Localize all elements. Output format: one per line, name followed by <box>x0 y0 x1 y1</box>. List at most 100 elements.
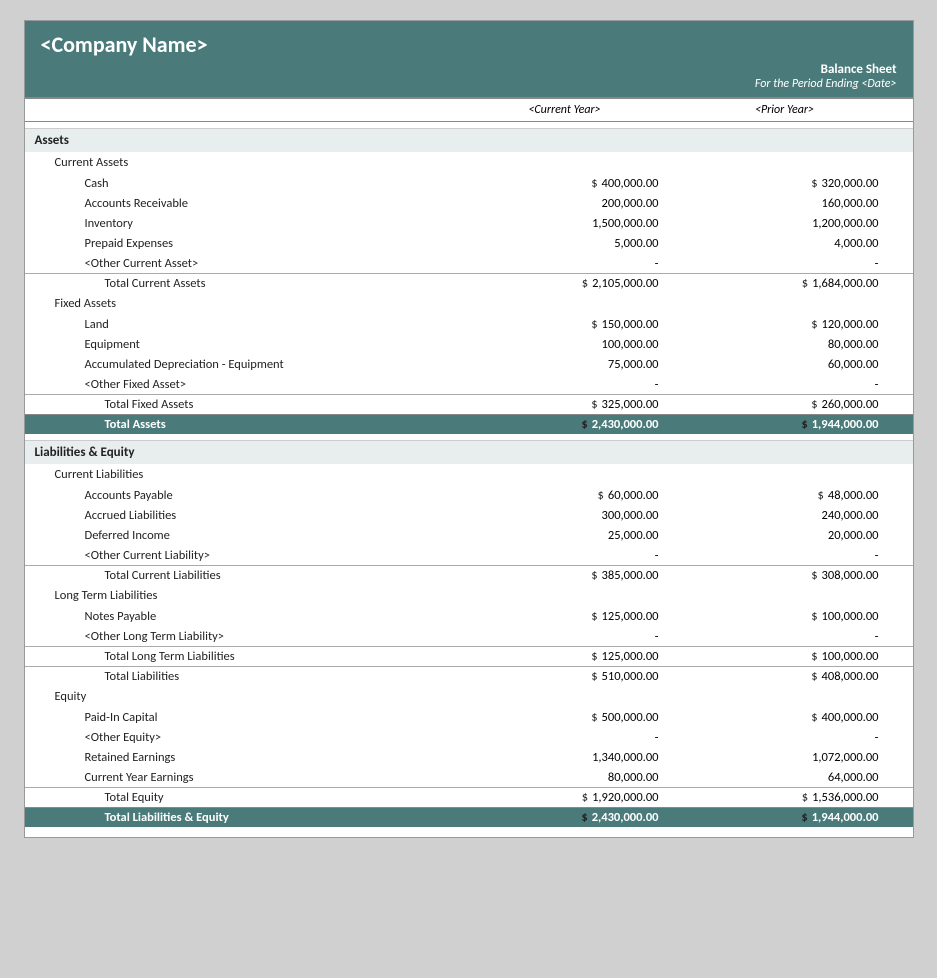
accrued-liabilities-label: Accrued Liabilities <box>25 508 455 523</box>
total-lt-liabilities-cy: $ 125,000.00 <box>455 649 675 664</box>
accounts-receivable-label: Accounts Receivable <box>25 196 455 211</box>
dollar-sign: $ <box>582 790 588 805</box>
dollar-sign: $ <box>811 609 817 624</box>
other-current-asset-row: <Other Current Asset> - - <box>25 253 913 273</box>
current-year-earnings-row: Current Year Earnings 80,000.00 64,000.0… <box>25 767 913 787</box>
other-current-asset-cy: - <box>455 256 675 271</box>
total-equity-row: Total Equity $ 1,920,000.00 $ 1,536,000.… <box>25 787 913 807</box>
total-liabilities-equity-row: Total Liabilities & Equity $ 2,430,000.0… <box>25 807 913 827</box>
dollar-sign: $ <box>591 710 597 725</box>
accrued-liabilities-row: Accrued Liabilities 300,000.00 240,000.0… <box>25 505 913 525</box>
dollar-sign: $ <box>581 417 587 432</box>
balance-sheet: <Company Name> Balance Sheet For the Per… <box>24 20 914 838</box>
accounts-payable-py: $ 48,000.00 <box>675 488 895 503</box>
deferred-income-py: 20,000.00 <box>675 528 895 543</box>
other-fixed-asset-label: <Other Fixed Asset> <box>25 377 455 392</box>
total-assets-py: $ 1,944,000.00 <box>675 417 895 432</box>
other-lt-liability-py: - <box>675 629 895 644</box>
total-lt-liabilities-row: Total Long Term Liabilities $ 125,000.00… <box>25 646 913 666</box>
accrued-liabilities-cy: 300,000.00 <box>455 508 675 523</box>
land-py: $ 120,000.00 <box>675 317 895 332</box>
land-cy: $ 150,000.00 <box>455 317 675 332</box>
prepaid-expenses-cy: 5,000.00 <box>455 236 675 251</box>
other-current-asset-label: <Other Current Asset> <box>25 256 455 271</box>
accounts-receivable-py: 160,000.00 <box>675 196 895 211</box>
cash-py: $ 320,000.00 <box>675 176 895 191</box>
accounts-payable-cy: $ 60,000.00 <box>455 488 675 503</box>
fixed-assets-label: Fixed Assets <box>25 293 913 314</box>
prepaid-expenses-py: 4,000.00 <box>675 236 895 251</box>
current-liabilities-label: Current Liabilities <box>25 464 913 485</box>
total-current-assets-label: Total Current Assets <box>25 276 455 291</box>
dollar-sign: $ <box>591 609 597 624</box>
total-assets-cy: $ 2,430,000.00 <box>455 417 675 432</box>
total-liabilities-cy: $ 510,000.00 <box>455 669 675 684</box>
other-fixed-asset-py: - <box>675 377 895 392</box>
total-assets-label: Total Assets <box>25 417 455 432</box>
retained-earnings-row: Retained Earnings 1,340,000.00 1,072,000… <box>25 747 913 767</box>
liabilities-equity-section-header: Liabilities & Equity <box>25 440 913 464</box>
total-liabilities-row: Total Liabilities $ 510,000.00 $ 408,000… <box>25 666 913 686</box>
prepaid-expenses-label: Prepaid Expenses <box>25 236 455 251</box>
total-liabilities-equity-cy: $ 2,430,000.00 <box>455 810 675 825</box>
dollar-sign: $ <box>802 790 808 805</box>
other-current-liability-cy: - <box>455 548 675 563</box>
total-liabilities-label: Total Liabilities <box>25 669 455 684</box>
paid-in-capital-py: $ 400,000.00 <box>675 710 895 725</box>
dollar-sign: $ <box>591 568 597 583</box>
total-fixed-assets-cy: $ 325,000.00 <box>455 397 675 412</box>
equipment-label: Equipment <box>25 337 455 352</box>
accounts-receivable-row: Accounts Receivable 200,000.00 160,000.0… <box>25 193 913 213</box>
accum-depreciation-cy: 75,000.00 <box>455 357 675 372</box>
total-current-liabilities-py: $ 308,000.00 <box>675 568 895 583</box>
dollar-sign: $ <box>811 669 817 684</box>
total-equity-py: $ 1,536,000.00 <box>675 790 895 805</box>
retained-earnings-cy: 1,340,000.00 <box>455 750 675 765</box>
other-fixed-asset-cy: - <box>455 377 675 392</box>
total-current-liabilities-cy: $ 385,000.00 <box>455 568 675 583</box>
notes-payable-row: Notes Payable $ 125,000.00 $ 100,000.00 <box>25 606 913 626</box>
col-header-cy: <Current Year> <box>455 103 675 117</box>
inventory-row: Inventory 1,500,000.00 1,200,000.00 <box>25 213 913 233</box>
other-fixed-asset-row: <Other Fixed Asset> - - <box>25 374 913 394</box>
dollar-sign: $ <box>581 810 587 825</box>
dollar-sign: $ <box>591 649 597 664</box>
accum-depreciation-py: 60,000.00 <box>675 357 895 372</box>
total-fixed-assets-row: Total Fixed Assets $ 325,000.00 $ 260,00… <box>25 394 913 414</box>
dollar-sign: $ <box>801 810 807 825</box>
current-year-earnings-py: 64,000.00 <box>675 770 895 785</box>
notes-payable-label: Notes Payable <box>25 609 455 624</box>
total-liabilities-py: $ 408,000.00 <box>675 669 895 684</box>
total-current-assets-py: $ 1,684,000.00 <box>675 276 895 291</box>
other-equity-row: <Other Equity> - - <box>25 727 913 747</box>
total-liabilities-equity-py: $ 1,944,000.00 <box>675 810 895 825</box>
column-headers: <Current Year> <Prior Year> <box>25 97 913 122</box>
other-lt-liability-cy: - <box>455 629 675 644</box>
accounts-payable-label: Accounts Payable <box>25 488 455 503</box>
inventory-py: 1,200,000.00 <box>675 216 895 231</box>
other-current-liability-label: <Other Current Liability> <box>25 548 455 563</box>
dollar-sign: $ <box>598 488 604 503</box>
long-term-liabilities-label: Long Term Liabilities <box>25 585 913 606</box>
total-lt-liabilities-label: Total Long Term Liabilities <box>25 649 455 664</box>
other-current-liability-row: <Other Current Liability> - - <box>25 545 913 565</box>
total-current-liabilities-label: Total Current Liabilities <box>25 568 455 583</box>
deferred-income-cy: 25,000.00 <box>455 528 675 543</box>
equipment-py: 80,000.00 <box>675 337 895 352</box>
land-row: Land $ 150,000.00 $ 120,000.00 <box>25 314 913 334</box>
dollar-sign: $ <box>591 669 597 684</box>
retained-earnings-py: 1,072,000.00 <box>675 750 895 765</box>
dollar-sign: $ <box>811 649 817 664</box>
dollar-sign: $ <box>591 397 597 412</box>
other-equity-label: <Other Equity> <box>25 730 455 745</box>
current-year-earnings-cy: 80,000.00 <box>455 770 675 785</box>
paid-in-capital-cy: $ 500,000.00 <box>455 710 675 725</box>
total-assets-row: Total Assets $ 2,430,000.00 $ 1,944,000.… <box>25 414 913 434</box>
equity-label: Equity <box>25 686 913 707</box>
cash-label: Cash <box>25 176 455 191</box>
current-assets-label: Current Assets <box>25 152 913 173</box>
equipment-cy: 100,000.00 <box>455 337 675 352</box>
dollar-sign: $ <box>591 176 597 191</box>
land-label: Land <box>25 317 455 332</box>
total-current-assets-row: Total Current Assets $ 2,105,000.00 $ 1,… <box>25 273 913 293</box>
